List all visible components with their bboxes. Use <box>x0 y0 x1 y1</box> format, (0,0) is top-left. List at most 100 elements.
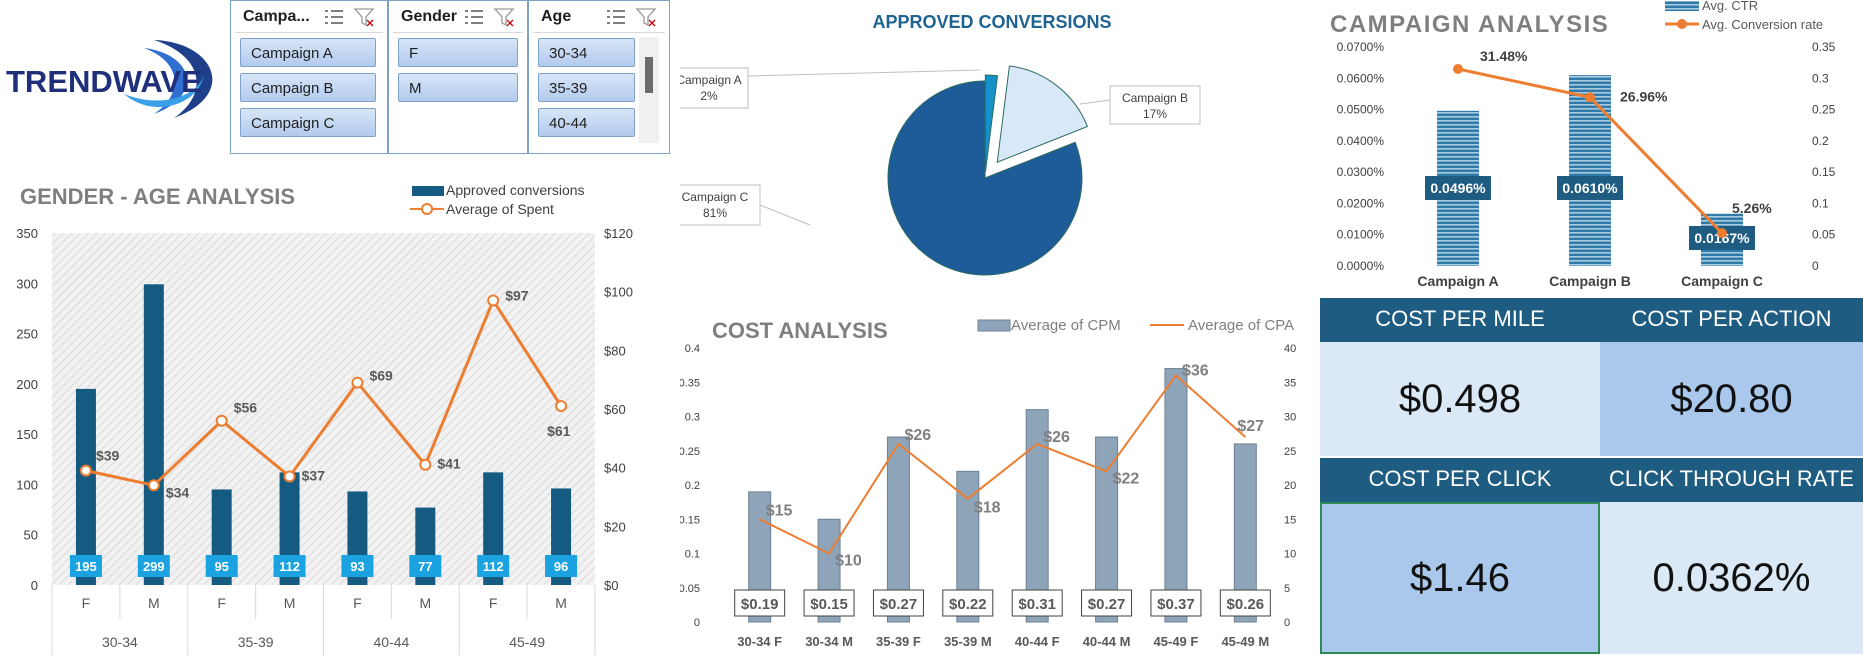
x-tick-label: 45-49 F <box>1154 634 1199 649</box>
y-tick-label: 0.4 <box>685 343 700 355</box>
legend-label-cpa: Average of CPA <box>1188 317 1294 334</box>
bar-data-label: 0.0610% <box>1562 180 1618 196</box>
line-data-label: 26.96% <box>1620 88 1668 104</box>
y2-tick-label: $80 <box>604 343 626 358</box>
pie-leader-line <box>759 204 811 226</box>
slicer-item-m[interactable]: M <box>398 73 518 102</box>
legend-label-cpm: Average of CPM <box>1011 317 1121 334</box>
multi-select-icon[interactable] <box>323 7 345 27</box>
legend-label-ctr: Avg. CTR <box>1702 0 1758 13</box>
chart-title: APPROVED CONVERSIONS <box>872 12 1111 32</box>
y-tick-label: 0.0700% <box>1337 40 1385 54</box>
x-tick-label: M <box>284 595 296 611</box>
scrollbar-thumb[interactable] <box>645 57 653 93</box>
multi-select-icon[interactable] <box>605 7 627 27</box>
x-tick-label: M <box>148 595 160 611</box>
x-tick-label: Campaign C <box>1681 273 1763 289</box>
line-data-label: $15 <box>766 502 793 519</box>
y-tick-label: 0 <box>31 578 38 593</box>
ctr-header: CLICK THROUGH RATE <box>1600 458 1863 502</box>
y-tick-label: 50 <box>24 528 38 543</box>
bar-data-label: $0.27 <box>1088 596 1126 613</box>
y2-tick-label: 0.05 <box>1812 228 1836 242</box>
x-tick-label: F <box>489 595 498 611</box>
legend-label-conv: Avg. Conversion rate <box>1702 17 1823 32</box>
clear-filter-icon[interactable] <box>493 7 515 27</box>
line-data-label: $34 <box>166 484 190 500</box>
y2-tick-label: $120 <box>604 226 633 241</box>
legend-label-conversions: Approved conversions <box>446 182 585 198</box>
y2-tick-label: 0.15 <box>1812 165 1836 179</box>
y-tick-label: 250 <box>16 327 38 342</box>
x-tick-label: 30-34 M <box>805 634 853 649</box>
line-data-label: $27 <box>1237 418 1264 435</box>
clear-filter-icon[interactable] <box>353 7 375 27</box>
line-marker <box>283 470 296 483</box>
slicer-item-f[interactable]: F <box>398 38 518 67</box>
slicer-scrollbar[interactable] <box>639 37 659 143</box>
slicer-item-35-39[interactable]: 35-39 <box>538 73 635 102</box>
pie-percent-label: 2% <box>700 89 718 103</box>
slicer-item-30-34[interactable]: 30-34 <box>538 38 635 67</box>
line-data-label: $39 <box>96 448 120 464</box>
clear-filter-icon[interactable] <box>635 7 657 27</box>
y-tick-label: 300 <box>16 276 38 291</box>
y2-tick-label: 0.1 <box>1812 196 1829 210</box>
y2-tick-label: 30 <box>1284 412 1296 424</box>
y2-tick-label: 15 <box>1284 514 1296 526</box>
y-tick-label: 0.0200% <box>1337 196 1385 210</box>
bar-data-label: $0.31 <box>1018 596 1056 613</box>
cpm-value: $0.498 <box>1320 342 1600 456</box>
bar-data-label: 0.0496% <box>1430 180 1486 196</box>
y2-tick-label: $40 <box>604 461 626 476</box>
line-marker <box>351 376 364 389</box>
plot-area <box>52 233 595 585</box>
cpm-header: COST PER MILE <box>1320 298 1600 342</box>
y2-tick-label: 0.2 <box>1812 134 1829 148</box>
legend-swatch-conversions <box>412 186 444 196</box>
cpa-value: $20.80 <box>1600 342 1863 456</box>
y2-tick-label: 5 <box>1284 583 1290 595</box>
gender-slicer-header: Gender <box>393 1 523 33</box>
y-tick-label: 200 <box>16 377 38 392</box>
bar-data-label: 77 <box>418 559 432 574</box>
chart-title: COST ANALYSIS <box>712 318 888 343</box>
y-tick-label: 0.0500% <box>1337 103 1385 117</box>
y2-tick-label: 20 <box>1284 480 1296 492</box>
y2-tick-label: $20 <box>604 519 626 534</box>
y-tick-label: 0.3 <box>685 412 700 424</box>
campaign-slicer: Campa... Campaign A Campaign B Campaign … <box>230 0 388 154</box>
y2-tick-label: 0.25 <box>1812 103 1836 117</box>
x-tick-label: 35-39 M <box>944 634 992 649</box>
line-data-label: $69 <box>369 368 393 384</box>
y-tick-label: 0 <box>694 617 700 629</box>
line-data-label: $61 <box>547 423 571 439</box>
slicer-title: Age <box>541 7 572 25</box>
line-data-label: 5.26% <box>1732 200 1772 216</box>
line-data-label: $22 <box>1113 470 1140 487</box>
gender-slicer: Gender F M <box>388 0 528 154</box>
y-tick-label: 0.1 <box>685 549 700 561</box>
bar-data-label: $0.27 <box>880 596 918 613</box>
y-tick-label: 0.2 <box>685 480 700 492</box>
x-tick-label: Campaign B <box>1549 273 1631 289</box>
line-marker <box>147 479 160 492</box>
slicer-item-40-44[interactable]: 40-44 <box>538 108 635 137</box>
bar-data-label: 96 <box>554 559 568 574</box>
x-group-label: 35-39 <box>238 634 274 650</box>
y-tick-label: 0.0300% <box>1337 165 1385 179</box>
svg-text:TRENDWAVE: TRENDWAVE <box>6 64 202 99</box>
slicer-item-campaign-c[interactable]: Campaign C <box>240 108 376 137</box>
legend-marker-conv <box>1677 19 1687 29</box>
slicer-item-campaign-b[interactable]: Campaign B <box>240 73 376 102</box>
slicer-item-campaign-a[interactable]: Campaign A <box>240 38 376 67</box>
y-tick-label: 150 <box>16 427 38 442</box>
line-data-label: $18 <box>974 500 1001 517</box>
y-tick-label: 0.0400% <box>1337 134 1385 148</box>
line-data-label: $97 <box>505 287 529 303</box>
line-marker <box>419 458 432 471</box>
cpc-value[interactable]: $1.46 <box>1320 502 1600 654</box>
line-marker <box>1453 64 1463 75</box>
multi-select-icon[interactable] <box>463 7 485 27</box>
y2-tick-label: 25 <box>1284 446 1296 458</box>
